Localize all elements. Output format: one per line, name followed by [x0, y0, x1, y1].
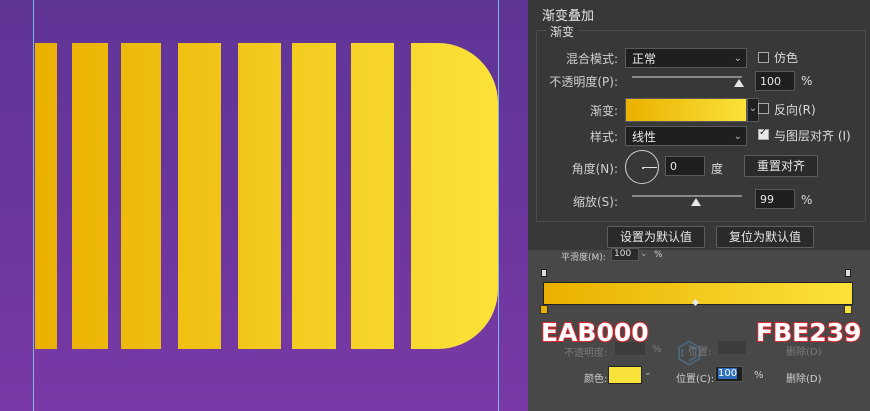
blend-mode-value: 正常 — [632, 52, 657, 66]
color-swatch[interactable] — [608, 366, 642, 384]
guide-line-left — [33, 0, 34, 411]
angle-label: 角度(N): — [571, 162, 618, 176]
swatch-chevron-icon[interactable]: ⌄ — [644, 368, 652, 378]
angle-dial-needle — [643, 167, 657, 168]
yellow-bar — [178, 43, 221, 349]
gradient-preview[interactable] — [625, 98, 747, 122]
yellow-bar — [72, 43, 108, 349]
yellow-bar — [35, 43, 57, 349]
scale-input[interactable]: 99 — [755, 189, 795, 209]
color-stop-left[interactable] — [540, 305, 548, 314]
yellow-bar — [121, 43, 161, 349]
opacity-slider-track[interactable] — [632, 76, 742, 78]
reverse-label: 反向(R) — [774, 103, 816, 117]
set-default-button[interactable]: 设置为默认值 — [607, 226, 705, 248]
chevron-down-icon: ⌄ — [748, 103, 758, 114]
yellow-bar — [351, 43, 394, 349]
reverse-checkbox[interactable] — [758, 103, 769, 114]
color-stop-right[interactable] — [844, 305, 852, 314]
smoothness-chevron-icon[interactable]: ⌄ — [640, 249, 648, 259]
opacity-slider-thumb[interactable] — [734, 79, 744, 87]
rounded-bar — [411, 43, 498, 349]
color-label: 颜色: — [584, 374, 608, 385]
opacity-stop-right[interactable] — [845, 269, 851, 277]
blend-mode-label: 混合模式: — [565, 52, 618, 66]
angle-dial[interactable] — [625, 150, 659, 184]
canvas-preview — [0, 0, 528, 411]
opacity-stop-left[interactable] — [541, 269, 547, 277]
smoothness-input[interactable]: 100 — [611, 248, 639, 261]
gradient-label: 渐变: — [589, 104, 618, 118]
opacity-label: 不透明度(P): — [549, 75, 618, 89]
scale-label: 缩放(S): — [572, 195, 618, 209]
style-select[interactable]: 线性 ⌄ — [625, 126, 747, 146]
yellow-bar — [238, 43, 281, 349]
style-label: 样式: — [589, 130, 618, 144]
opacity-unit: % — [801, 74, 813, 88]
align-label: 与图层对齐 (I) — [774, 129, 851, 143]
style-value: 线性 — [632, 130, 657, 144]
angle-input[interactable]: 0 — [665, 156, 705, 176]
section-title: 渐变叠加 — [542, 9, 595, 24]
scale-unit: % — [801, 193, 813, 207]
right-color-code: FBE239 — [755, 317, 862, 348]
dither-label: 仿色 — [774, 51, 799, 65]
reset-default-button[interactable]: 复位为默认值 — [716, 226, 814, 248]
angle-unit: 度 — [711, 162, 724, 176]
left-color-code: EAB000 — [540, 317, 650, 348]
opacity-input[interactable]: 100 — [755, 71, 795, 91]
chevron-down-icon: ⌄ — [733, 53, 742, 64]
align-checkbox[interactable] — [758, 127, 769, 140]
yellow-bar — [292, 43, 336, 349]
dither-checkbox[interactable] — [758, 52, 769, 63]
layer-style-panel: 渐变叠加 渐变 混合模式: 正常 ⌄ 仿色 不透明度(P): 100 % 渐变:… — [528, 0, 870, 411]
guide-line-right — [498, 0, 499, 411]
scale-slider-thumb[interactable] — [691, 198, 701, 206]
scale-slider-track[interactable] — [632, 195, 742, 197]
smoothness-label: 平滑度(M): — [561, 253, 606, 263]
group-title: 渐变 — [546, 23, 579, 40]
blend-mode-select[interactable]: 正常 ⌄ — [625, 48, 747, 68]
stop-opacity-unit: % — [652, 344, 662, 355]
reset-align-button[interactable]: 重置对齐 — [744, 155, 818, 177]
chevron-down-icon: ⌄ — [733, 131, 742, 142]
smoothness-unit: % — [654, 250, 663, 260]
